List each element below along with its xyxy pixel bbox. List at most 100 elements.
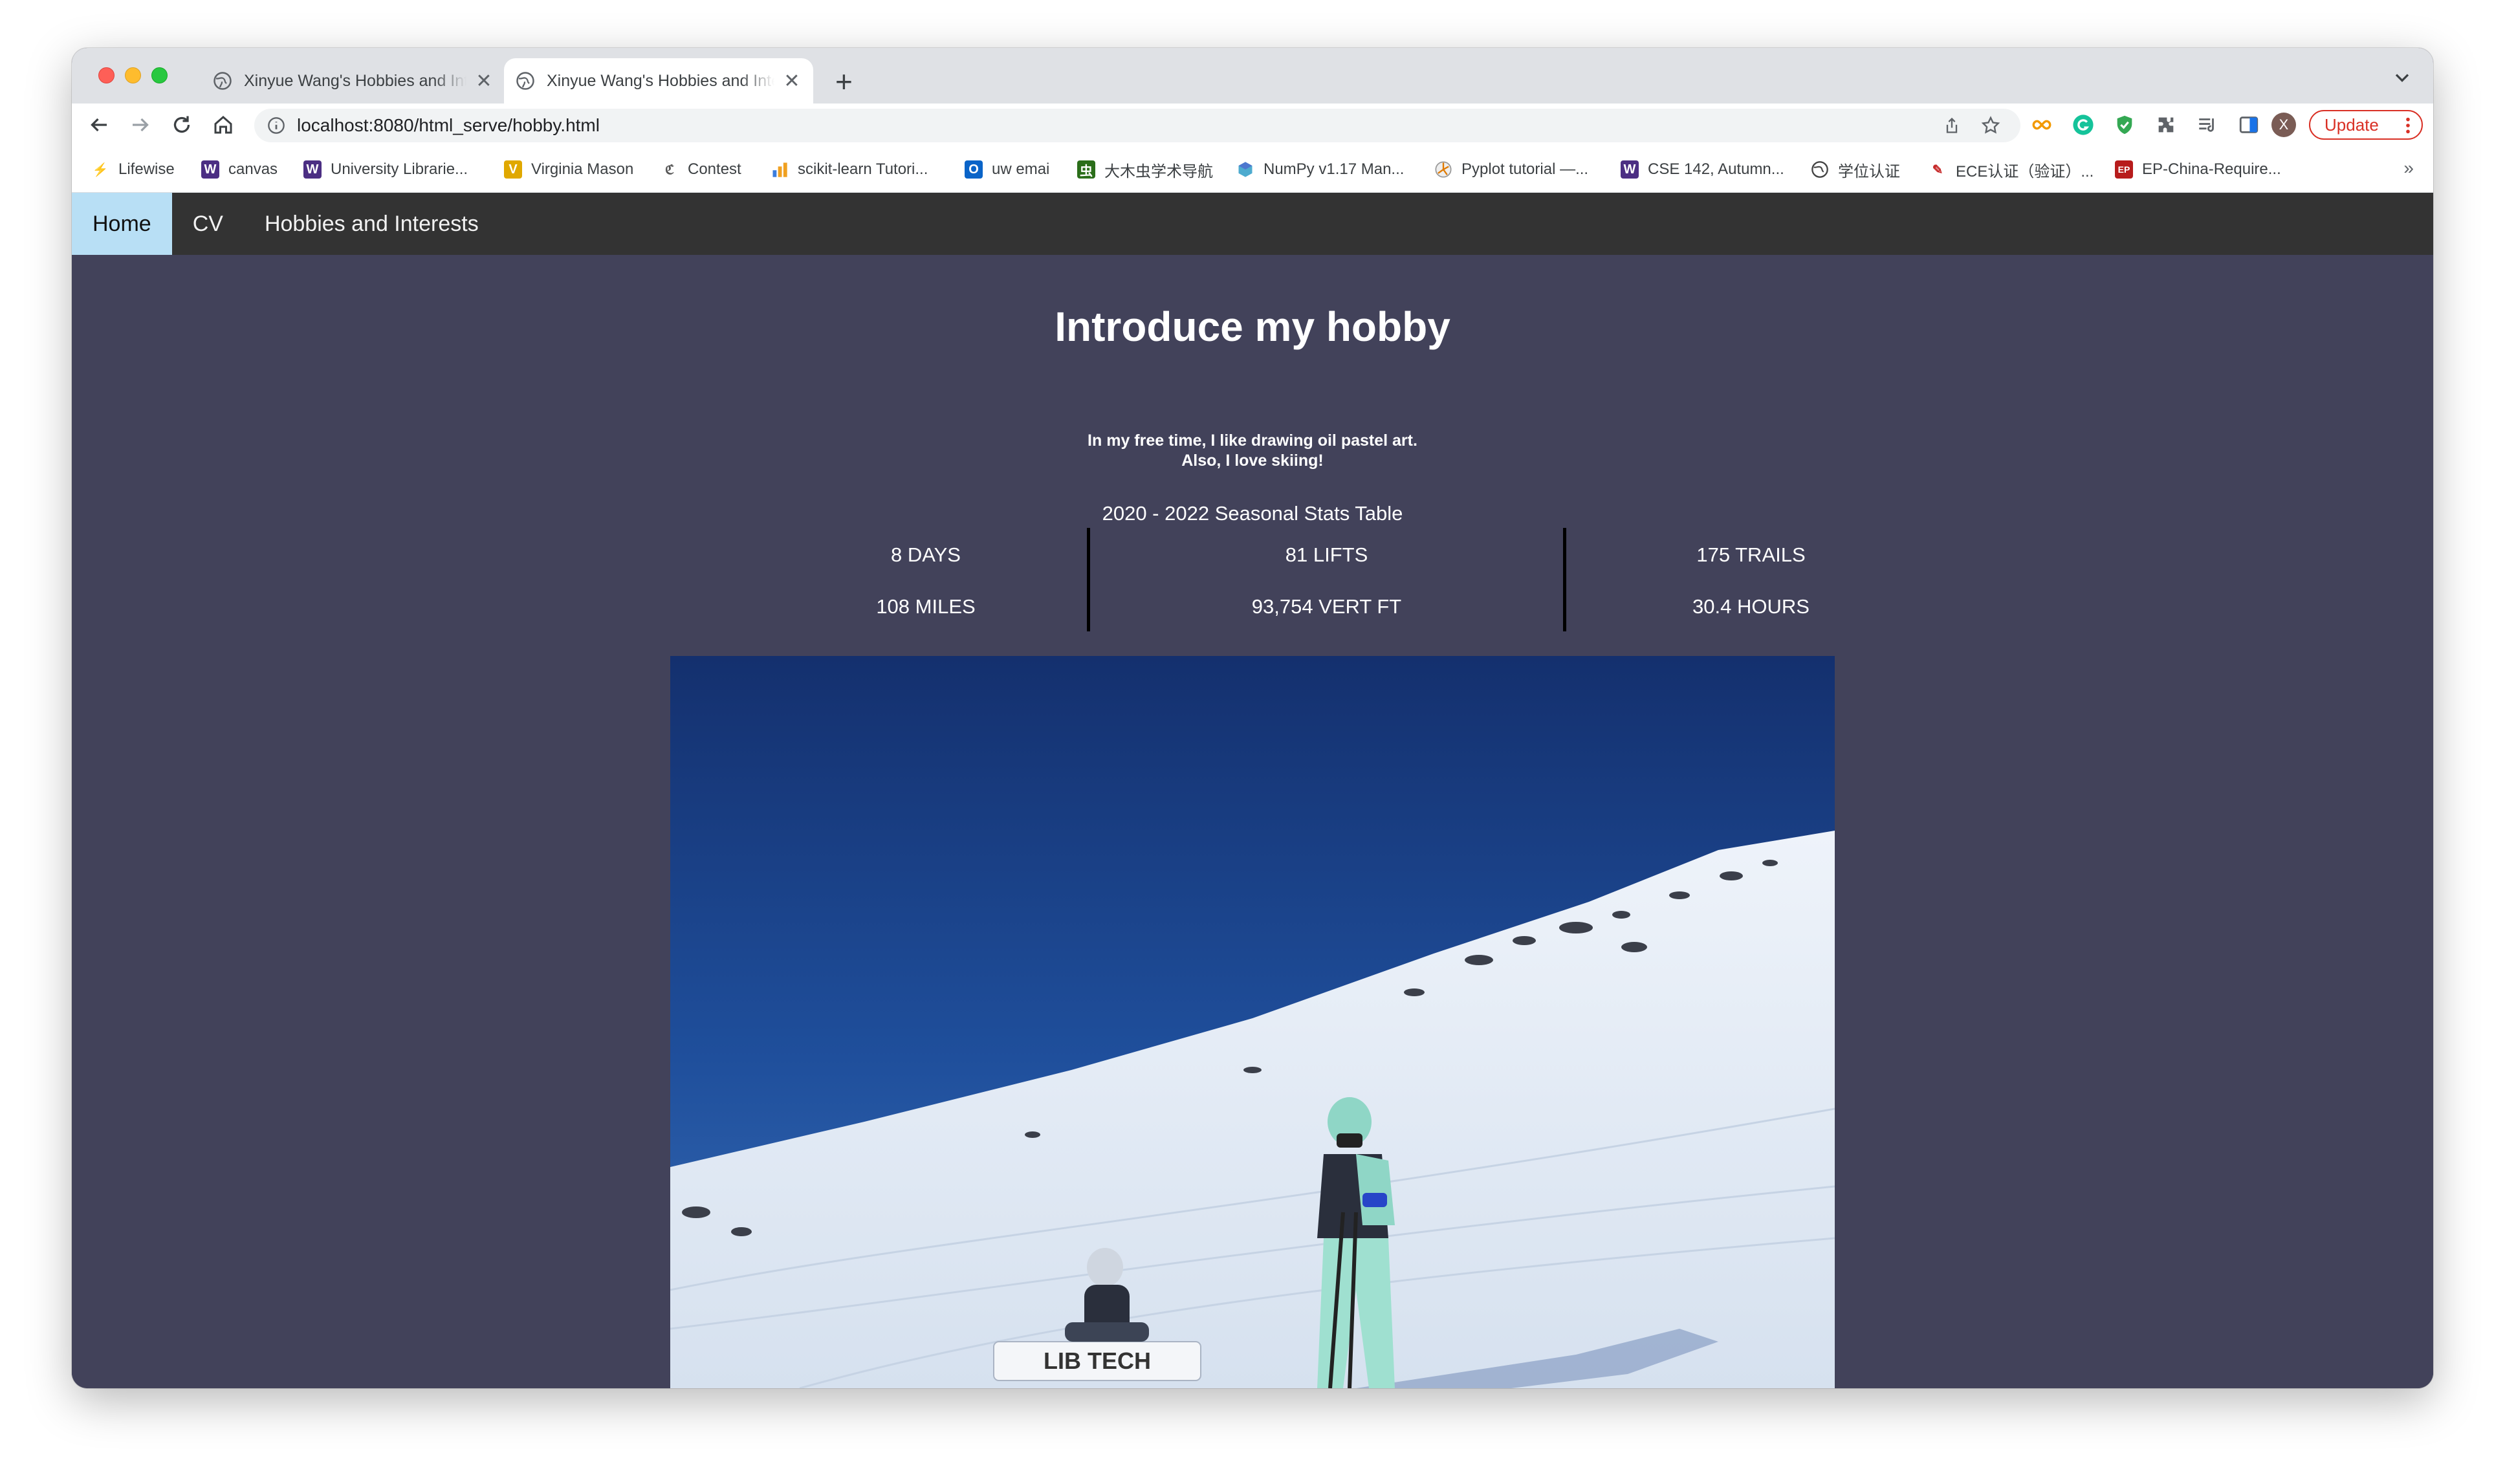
close-window-button[interactable] — [98, 67, 115, 83]
share-icon[interactable] — [1943, 116, 1961, 135]
globe-icon — [213, 72, 232, 90]
url-text: localhost:8080/html_serve/hobby.html — [297, 115, 600, 135]
bookmark-label: scikit-learn Tutori... — [798, 160, 928, 178]
bookmark-label: Pyplot tutorial —... — [1461, 160, 1589, 178]
chevron-down-icon[interactable] — [2390, 66, 2414, 89]
browser-window: Xinyue Wang's Hobbies and Interests ✕ Xi… — [72, 48, 2433, 1388]
update-button[interactable]: Update — [2309, 110, 2423, 140]
bookmark-label: CSE 142, Autumn... — [1648, 160, 1784, 178]
intro-line: Also, I love skiing! — [1181, 452, 1324, 470]
bookmark-item[interactable]: ✎ ECE认证（验证）... — [1929, 146, 2094, 193]
bookmark-label: Contest — [688, 160, 741, 178]
bookmark-item[interactable]: O uw emai — [965, 146, 1049, 193]
bookmark-item[interactable]: V Virginia Mason — [504, 146, 633, 193]
intro-text: In my free time, I like drawing oil past… — [72, 431, 2433, 471]
bookmark-item[interactable]: scikit-learn Tutori... — [771, 146, 928, 193]
ep-icon: EP — [2115, 160, 2133, 179]
address-bar[interactable]: localhost:8080/html_serve/hobby.html — [254, 109, 2020, 142]
nav-home[interactable]: Home — [72, 193, 172, 255]
bookmark-label: uw emai — [992, 160, 1050, 178]
vm-icon: V — [504, 160, 522, 179]
bookmark-label: NumPy v1.17 Man... — [1263, 160, 1405, 178]
stats-table-caption: 2020 - 2022 Seasonal Stats Table — [1102, 502, 1403, 525]
bookmark-item[interactable]: W canvas — [201, 146, 278, 193]
grammarly-extension-icon[interactable] — [2072, 114, 2094, 136]
bookmark-item[interactable]: W CSE 142, Autumn... — [1621, 146, 1784, 193]
side-panel-icon[interactable] — [2238, 114, 2260, 136]
profile-avatar[interactable]: X — [2271, 113, 2296, 137]
bookmark-label: 学位认证 — [1838, 162, 1900, 180]
outlook-icon: O — [965, 160, 983, 179]
maximize-window-button[interactable] — [151, 67, 168, 83]
w-icon: W — [1621, 160, 1639, 179]
tab-title: Xinyue Wang's Hobbies and Interests — [547, 71, 774, 90]
stats-column: 8 DAYS 108 MILES — [767, 528, 1084, 631]
site-nav: Home CV Hobbies and Interests — [72, 193, 2433, 255]
bookmark-item[interactable]: ℭ Contest — [661, 146, 741, 193]
bookmark-label: 大木虫学术导航 — [1104, 162, 1213, 180]
lifewise-icon: ⚡ — [92, 162, 109, 177]
info-icon[interactable] — [267, 116, 285, 135]
shield-extension-icon[interactable] — [2114, 114, 2136, 136]
web-page: Home CV Hobbies and Interests Introduce … — [72, 193, 2433, 1388]
w-icon: W — [303, 160, 322, 179]
bookmarks-bar: ⚡ Lifewise W canvas W University Librari… — [72, 146, 2433, 193]
stat-cell: 30.4 HOURS — [1692, 595, 1810, 618]
more-menu-icon[interactable] — [2405, 116, 2411, 135]
chart-icon — [771, 160, 789, 179]
bookmark-label: EP-China-Require... — [2142, 160, 2281, 178]
bookmark-item[interactable]: ⚡ Lifewise — [91, 146, 175, 193]
new-tab-button[interactable]: + — [835, 62, 853, 101]
stats-table: 8 DAYS 108 MILES 81 LIFTS 93,754 VERT FT… — [767, 528, 1964, 631]
bookmark-label: Lifewise — [118, 160, 175, 178]
bookmark-label: ECE认证（验证）... — [1956, 162, 2094, 180]
bookmark-label: canvas — [228, 160, 278, 178]
snowboard-brand-text: LIB TECH — [1044, 1348, 1151, 1374]
infinity-extension-icon[interactable] — [2031, 114, 2053, 136]
w-icon: W — [201, 160, 219, 179]
stats-column: 81 LIFTS 93,754 VERT FT — [1087, 528, 1563, 631]
back-arrow-icon[interactable] — [87, 113, 111, 136]
bookmark-item[interactable]: Pyplot tutorial —... — [1434, 146, 1588, 193]
stat-cell: 93,754 VERT FT — [1251, 595, 1402, 618]
bug-icon: 虫 — [1077, 160, 1095, 179]
bookmark-star-icon[interactable] — [1980, 115, 2001, 136]
numpy-icon — [1236, 160, 1254, 179]
nav-hobbies[interactable]: Hobbies and Interests — [244, 193, 499, 255]
tab-title: Xinyue Wang's Hobbies and Interests — [244, 71, 466, 90]
reading-list-icon[interactable] — [2196, 114, 2218, 136]
bookmark-item[interactable]: EP EP-China-Require... — [2115, 146, 2281, 193]
browser-toolbar: localhost:8080/html_serve/hobby.html X U… — [72, 104, 2433, 146]
nav-cv[interactable]: CV — [172, 193, 244, 255]
pen-icon: ✎ — [1932, 162, 1943, 177]
stat-cell: 81 LIFTS — [1285, 543, 1368, 566]
bookmark-item[interactable]: NumPy v1.17 Man... — [1236, 146, 1404, 193]
stat-cell: 108 MILES — [876, 595, 976, 618]
globe-icon — [516, 72, 534, 90]
home-icon[interactable] — [212, 113, 235, 136]
browser-tab-2[interactable]: Xinyue Wang's Hobbies and Interests ✕ — [504, 58, 813, 104]
bookmark-label: Virginia Mason — [531, 160, 634, 178]
intro-line: In my free time, I like drawing oil past… — [1088, 431, 1417, 450]
reload-icon[interactable] — [170, 113, 193, 136]
update-label: Update — [2325, 115, 2379, 135]
bookmark-label: University Librarie... — [331, 160, 468, 178]
minimize-window-button[interactable] — [125, 67, 141, 83]
bookmark-item[interactable]: 学位认证 — [1811, 146, 1900, 193]
globe-icon — [1811, 160, 1829, 179]
matplotlib-icon — [1434, 160, 1452, 179]
page-title: Introduce my hobby — [1055, 303, 1450, 350]
more-bookmarks-icon[interactable]: » — [2403, 158, 2414, 179]
stats-column: 175 TRAILS 30.4 HOURS — [1563, 528, 1936, 631]
contest-icon: ℭ — [664, 162, 675, 177]
browser-tab-1[interactable]: Xinyue Wang's Hobbies and Interests ✕ — [201, 58, 505, 104]
forward-arrow-icon[interactable] — [129, 113, 152, 136]
tab-close-icon[interactable]: ✕ — [474, 70, 494, 93]
stat-cell: 175 TRAILS — [1696, 543, 1806, 566]
bookmark-item[interactable]: 虫 大木虫学术导航 — [1077, 146, 1213, 193]
stat-cell: 8 DAYS — [891, 543, 961, 566]
bookmark-item[interactable]: W University Librarie... — [303, 146, 468, 193]
tab-close-icon[interactable]: ✕ — [782, 70, 802, 93]
tab-strip: Xinyue Wang's Hobbies and Interests ✕ Xi… — [72, 48, 2433, 104]
puzzle-extensions-icon[interactable] — [2155, 114, 2177, 136]
